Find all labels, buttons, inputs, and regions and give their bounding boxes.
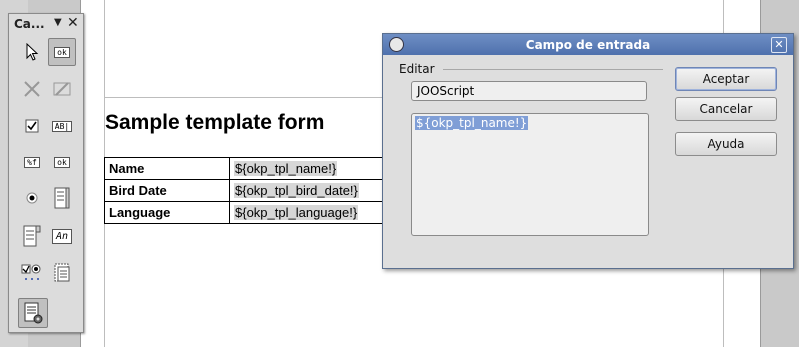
input-field-placeholder[interactable]: ${okp_tpl_name!} bbox=[234, 161, 338, 176]
text-box-tool-button[interactable]: AB| bbox=[48, 112, 76, 140]
close-icon[interactable]: ✕ bbox=[771, 37, 787, 53]
table-row: Language ${okp_tpl_language!} bbox=[104, 201, 399, 224]
accept-button[interactable]: Aceptar bbox=[675, 67, 777, 91]
toolbar-title: Ca... bbox=[14, 17, 45, 31]
content-textarea[interactable]: ${okp_tpl_name!} bbox=[411, 113, 649, 236]
selected-text: ${okp_tpl_name!} bbox=[415, 116, 529, 130]
select-tool-button[interactable] bbox=[18, 38, 46, 66]
toolbar-menu-icon[interactable]: ▼ bbox=[54, 17, 62, 28]
list-box-tool-button[interactable] bbox=[48, 184, 76, 212]
table-row: Name ${okp_tpl_name!} bbox=[104, 157, 399, 180]
name-field[interactable]: JOOScript bbox=[411, 81, 647, 101]
ok-button-icon: ok bbox=[54, 156, 70, 168]
table-row: Bird Date ${okp_tpl_bird_date!} bbox=[104, 179, 399, 202]
check-box-tool-button[interactable] bbox=[18, 112, 46, 140]
push-button-tool-button[interactable]: ok bbox=[48, 38, 76, 66]
input-field-dialog: Campo de entrada ✕ Editar JOOScript ${ok… bbox=[382, 33, 794, 269]
toolbar-close-icon[interactable]: ✕ bbox=[67, 15, 79, 31]
more-controls-tool-button[interactable] bbox=[18, 258, 46, 286]
form-properties-icon bbox=[24, 302, 43, 324]
dialog-titlebar[interactable]: Campo de entrada ✕ bbox=[383, 34, 793, 55]
combobox-icon bbox=[23, 225, 41, 247]
form-properties-tool-button[interactable] bbox=[18, 298, 48, 328]
listbox-icon bbox=[54, 187, 70, 209]
radio-icon bbox=[26, 192, 38, 204]
form-table: Name ${okp_tpl_name!} Bird Date ${okp_tp… bbox=[104, 157, 399, 224]
formatted-field-icon: %f bbox=[24, 156, 40, 168]
formatted-field-tool-button[interactable]: %f bbox=[18, 148, 46, 176]
tools-icon bbox=[24, 81, 40, 97]
row-label: Name bbox=[104, 157, 230, 180]
combo-box-tool-button[interactable] bbox=[18, 222, 46, 250]
help-button[interactable]: Ayuda bbox=[675, 132, 777, 156]
toolbar-titlebar[interactable]: Ca... ▼ ✕ bbox=[9, 14, 83, 34]
input-field-placeholder[interactable]: ${okp_tpl_language!} bbox=[234, 205, 359, 220]
arrow-pointer-icon bbox=[26, 43, 39, 61]
textbox-icon: AB| bbox=[51, 120, 73, 132]
form-controls-toolbar: Ca... ▼ ✕ ok AB| %f ok An bbox=[8, 13, 84, 333]
row-label: Bird Date bbox=[104, 179, 230, 202]
label-tool-button[interactable]: An bbox=[48, 222, 76, 250]
ok-button-icon: ok bbox=[54, 46, 70, 58]
design-mode-tool-button[interactable] bbox=[18, 75, 46, 103]
form-navigator-icon bbox=[54, 263, 70, 282]
checkbox-icon bbox=[25, 119, 39, 133]
push-button-tool-2-button[interactable]: ok bbox=[48, 148, 76, 176]
cancel-button[interactable]: Cancelar bbox=[675, 97, 777, 121]
form-design-tool-button[interactable] bbox=[48, 75, 76, 103]
form-design-icon bbox=[53, 82, 71, 96]
group-divider bbox=[443, 69, 663, 70]
form-navigator-tool-button[interactable] bbox=[48, 258, 76, 286]
more-controls-icon bbox=[21, 264, 41, 280]
option-button-tool-button[interactable] bbox=[18, 184, 46, 212]
input-field-placeholder[interactable]: ${okp_tpl_bird_date!} bbox=[234, 183, 359, 198]
dialog-title: Campo de entrada bbox=[525, 38, 651, 52]
row-label: Language bbox=[104, 201, 230, 224]
label-field-icon: An bbox=[51, 228, 73, 244]
document-heading: Sample template form bbox=[105, 111, 325, 134]
edit-group-label: Editar bbox=[399, 62, 435, 76]
